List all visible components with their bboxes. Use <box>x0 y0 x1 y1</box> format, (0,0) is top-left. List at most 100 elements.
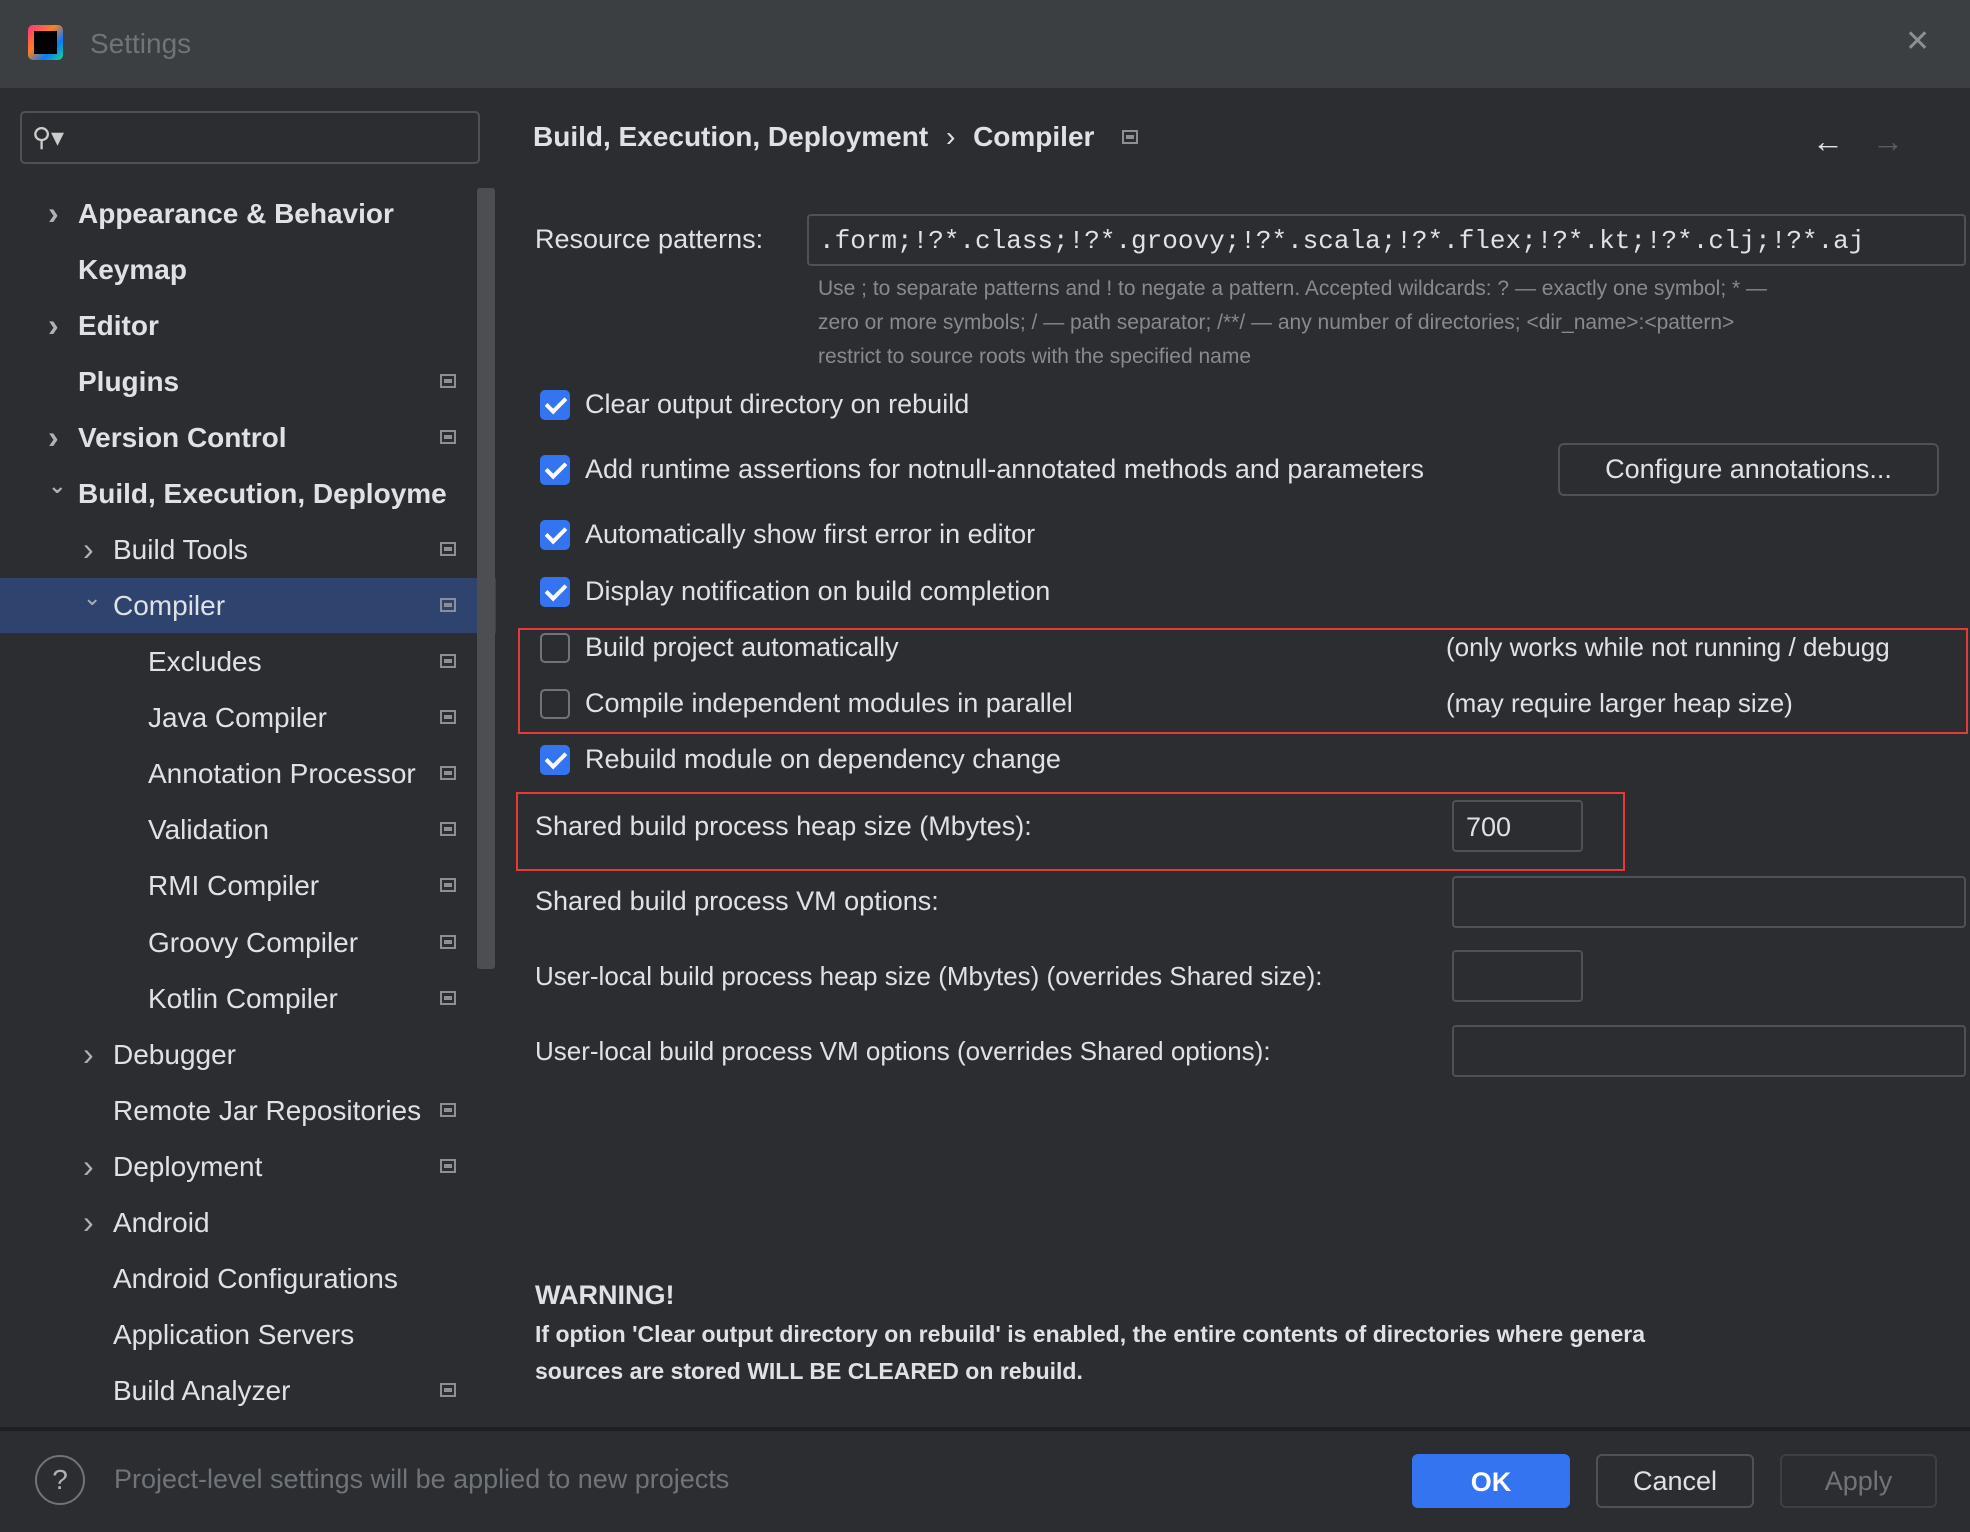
sidebar-item-label: Annotation Processor <box>148 758 416 790</box>
sidebar-item-label: Build Analyzer <box>113 1374 291 1406</box>
sidebar-item[interactable]: › Version Control <box>0 410 470 465</box>
heap-size-label: Shared build process heap size (Mbytes): <box>535 811 1032 841</box>
project-scope-icon <box>440 1382 456 1397</box>
user-heap-label: User-local build process heap size (Mbyt… <box>535 961 1323 991</box>
sidebar-item[interactable]: › Debugger <box>0 1027 470 1082</box>
sidebar-item[interactable]: Android Configurations <box>0 1251 470 1306</box>
checkbox[interactable] <box>540 390 570 420</box>
chevron-right-icon[interactable]: › <box>83 1027 94 1082</box>
footer-divider <box>0 1427 1970 1431</box>
sidebar-item-label: RMI Compiler <box>148 870 320 902</box>
sidebar-item-label: Android <box>113 1206 210 1238</box>
sidebar-item-label: Validation <box>148 814 269 846</box>
back-arrow-icon[interactable]: ← <box>1812 123 1844 160</box>
sidebar-item-label: Deployment <box>113 1150 263 1182</box>
chevron-right-icon[interactable]: › <box>48 186 59 241</box>
user-heap-input[interactable] <box>1452 950 1583 1002</box>
checkbox-label[interactable]: Display notification on build completion <box>585 576 1050 607</box>
project-scope-icon <box>440 542 456 557</box>
title-bar <box>0 0 1970 88</box>
sidebar-item[interactable]: › Editor <box>0 298 470 353</box>
sidebar-item[interactable]: ⌄ Compiler <box>0 578 470 633</box>
project-scope-icon <box>440 710 456 725</box>
warning-text: If option 'Clear output directory on reb… <box>535 1321 1645 1347</box>
chevron-right-icon[interactable]: › <box>83 522 94 577</box>
search-input[interactable]: ⚲▾ <box>20 111 480 164</box>
sidebar-item[interactable]: › Android <box>0 1195 470 1250</box>
resource-patterns-label: Resource patterns: <box>535 224 764 254</box>
sidebar-item[interactable]: Remote Jar Repositories <box>0 1083 470 1138</box>
sidebar-item[interactable]: ⌄ Build, Execution, Deployme <box>0 466 470 521</box>
user-vm-input[interactable] <box>1452 1025 1966 1077</box>
cancel-button[interactable]: Cancel <box>1596 1454 1754 1508</box>
sidebar-item[interactable]: › Appearance & Behavior <box>0 186 470 241</box>
checkbox[interactable] <box>540 520 570 550</box>
project-scope-icon <box>440 1102 456 1117</box>
sidebar-item-label: Groovy Compiler <box>148 926 359 958</box>
sidebar-item-label: Debugger <box>113 1038 236 1070</box>
checkbox[interactable] <box>540 577 570 607</box>
sidebar-item-label: Build, Execution, Deployme <box>78 478 447 510</box>
project-scope-icon <box>440 374 456 389</box>
sidebar-item-label: Application Servers <box>113 1318 355 1350</box>
sidebar-scrollbar[interactable] <box>477 188 495 969</box>
sidebar-item[interactable]: Application Servers <box>0 1307 470 1362</box>
sidebar-item[interactable]: Annotation Processor <box>0 746 470 801</box>
apply-button[interactable]: Apply <box>1780 1454 1937 1508</box>
window-title: Settings <box>90 28 192 59</box>
chevron-down-icon[interactable]: ⌄ <box>48 458 66 513</box>
highlight-box <box>518 628 1968 734</box>
project-scope-icon <box>440 822 456 837</box>
sidebar-item[interactable]: RMI Compiler <box>0 858 470 913</box>
chevron-right-icon[interactable]: › <box>83 1195 94 1250</box>
chevron-right-icon[interactable]: › <box>48 298 59 353</box>
sidebar-item[interactable]: Keymap <box>0 242 470 297</box>
app-logo-icon <box>28 25 63 60</box>
sidebar-item[interactable]: › Build Tools <box>0 522 470 577</box>
sidebar-item[interactable]: Plugins <box>0 354 470 409</box>
sidebar-item-label: Editor <box>78 310 159 342</box>
sidebar-item[interactable]: Kotlin Compiler <box>0 971 470 1026</box>
checkbox-label[interactable]: Automatically show first error in editor <box>585 519 1035 550</box>
project-scope-icon <box>440 430 456 445</box>
hint-line: Use ; to separate patterns and ! to nega… <box>818 277 1768 300</box>
sidebar-item[interactable]: Validation <box>0 802 470 857</box>
warning-text: sources are stored WILL BE CLEARED on re… <box>535 1358 1083 1384</box>
resource-patterns-input[interactable]: .form;!?*.class;!?*.groovy;!?*.scala;!?*… <box>807 214 1966 266</box>
breadcrumb-separator: › <box>945 121 956 152</box>
warning-title: WARNING! <box>535 1280 675 1310</box>
project-scope-icon <box>440 1158 456 1173</box>
chevron-right-icon[interactable]: › <box>48 410 59 465</box>
project-scope-icon <box>440 654 456 669</box>
chevron-down-icon[interactable]: ⌄ <box>83 570 101 625</box>
sidebar-item-label: Version Control <box>78 422 287 454</box>
search-icon: ⚲▾ <box>32 122 65 152</box>
chevron-right-icon[interactable]: › <box>83 1139 94 1194</box>
checkbox[interactable] <box>540 455 570 485</box>
checkbox-label[interactable]: Rebuild module on dependency change <box>585 744 1061 775</box>
checkbox[interactable] <box>540 745 570 775</box>
sidebar-item-label: Appearance & Behavior <box>78 198 394 229</box>
ok-button[interactable]: OK <box>1412 1454 1570 1508</box>
breadcrumb-current: Compiler <box>973 121 1095 152</box>
configure-annotations-button[interactable]: Configure annotations... <box>1558 443 1939 496</box>
sidebar-item[interactable]: Java Compiler <box>0 690 470 745</box>
breadcrumb-parent[interactable]: Build, Execution, Deployment <box>533 121 928 152</box>
sidebar-item-label: Plugins <box>78 366 180 398</box>
sidebar-item[interactable]: Build Analyzer <box>0 1363 470 1418</box>
checkbox-label[interactable]: Clear output directory on rebuild <box>585 389 969 420</box>
vm-options-input[interactable] <box>1452 876 1966 928</box>
project-scope-icon <box>440 990 456 1005</box>
breadcrumb: Build, Execution, Deployment › Compiler <box>533 121 1139 153</box>
hint-line: restrict to source roots with the specif… <box>818 345 1252 368</box>
project-scope-icon <box>440 766 456 781</box>
forward-arrow-icon[interactable]: → <box>1872 123 1904 160</box>
help-icon[interactable]: ? <box>35 1455 85 1505</box>
checkbox-label[interactable]: Add runtime assertions for notnull-annot… <box>585 454 1424 485</box>
sidebar-item-label: Kotlin Compiler <box>148 982 338 1014</box>
sidebar-item[interactable]: Groovy Compiler <box>0 915 470 970</box>
sidebar-item[interactable]: › Deployment <box>0 1139 470 1194</box>
sidebar-item[interactable]: Excludes <box>0 634 470 689</box>
close-icon[interactable]: ✕ <box>1905 24 1930 59</box>
heap-size-input[interactable]: 700 <box>1452 800 1583 852</box>
